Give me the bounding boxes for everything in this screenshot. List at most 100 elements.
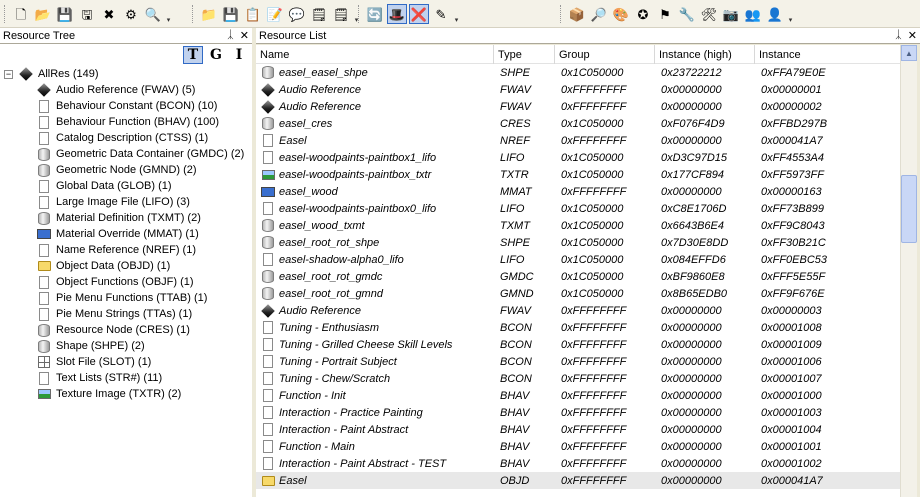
open-icon[interactable]: 📂 xyxy=(33,4,53,24)
table-row[interactable]: easel_root_rot_gmdc GMDC 0x1C050000 0xBF986… xyxy=(256,268,900,285)
tree-node[interactable]: Behaviour Constant (BCON) (10) xyxy=(36,98,217,114)
table-row[interactable]: easel_root_rot_gmnd GMND 0x1C050000 0x8B65E… xyxy=(256,285,900,302)
table-row[interactable]: Audio Reference FWAV 0xFFFFFFFF 0x00000000 0… xyxy=(256,98,900,115)
scroll-up-button[interactable]: ▲ xyxy=(901,45,917,61)
view-group-button[interactable]: G xyxy=(206,46,226,64)
eraser-icon[interactable]: ✎ xyxy=(431,4,451,24)
table-row[interactable]: Easel OBJD 0xFFFFFFFF 0x00000000 0x000041A7 xyxy=(256,472,900,489)
table-row[interactable]: Tuning - Grilled Cheese Skill Levels BCON… xyxy=(256,336,900,353)
user-icon[interactable]: 👤 xyxy=(765,4,785,24)
tree-node[interactable]: Texture Image (TXTR) (2) xyxy=(36,386,181,402)
save-folder-icon[interactable]: 💾 xyxy=(221,4,241,24)
table-row[interactable]: Interaction - Paint Abstract - TEST BHAV 0… xyxy=(256,455,900,472)
scan-icon[interactable]: 🔎 xyxy=(589,4,609,24)
tree-node[interactable]: Pie Menu Functions (TTAB) (1) xyxy=(36,290,207,306)
delete-icon[interactable]: ❌ xyxy=(409,4,429,24)
cell-group: 0x1C050000 xyxy=(561,253,624,266)
tree-node[interactable]: Object Functions (OBJF) (1) xyxy=(36,274,194,290)
tree-node[interactable]: Geometric Node (GMND) (2) xyxy=(36,162,197,178)
table-row[interactable]: Audio Reference FWAV 0xFFFFFFFF 0x00000000 0… xyxy=(256,81,900,98)
tree-node[interactable]: Object Data (OBJD) (1) xyxy=(36,258,170,274)
tree-node[interactable]: Geometric Data Container (GMDC) (2) xyxy=(36,146,244,162)
tree-node[interactable]: Resource Node (CRES) (1) xyxy=(36,322,190,338)
tree-node[interactable]: Material Definition (TXMT) (2) xyxy=(36,210,201,226)
scroll-thumb[interactable] xyxy=(901,175,917,243)
tree-node[interactable]: Pie Menu Strings (TTAs) (1) xyxy=(36,306,192,322)
tree-node[interactable]: Audio Reference (FWAV) (5) xyxy=(36,82,195,98)
cell-ihigh: 0x6643B6E4 xyxy=(661,219,724,232)
sync-icon[interactable]: 🔄 xyxy=(365,4,385,24)
save-as-icon[interactable]: 🖫 xyxy=(77,4,97,24)
package-icon[interactable]: 📦 xyxy=(567,4,587,24)
palette-icon[interactable]: 🎨 xyxy=(611,4,631,24)
fix-icon[interactable]: 🛠 xyxy=(699,4,719,24)
collapse-toggle[interactable]: − xyxy=(4,70,13,79)
column-header-type[interactable]: Type xyxy=(494,45,555,64)
new-icon[interactable]: 🗋 xyxy=(11,4,31,24)
camera-icon[interactable]: 📷 xyxy=(721,4,741,24)
toolbar-overflow-chevron-icon[interactable] xyxy=(453,4,460,24)
table-row[interactable]: Interaction - Paint Abstract BHAV 0xFFFFFF… xyxy=(256,421,900,438)
tree-node[interactable]: Name Reference (NREF) (1) xyxy=(36,242,196,258)
table-row[interactable]: Tuning - Chew/Scratch BCON 0xFFFFFFFF 0x000… xyxy=(256,370,900,387)
close-icon[interactable]: ✕ xyxy=(908,29,917,42)
magic-hat-icon[interactable]: 🎩 xyxy=(387,4,407,24)
table-row[interactable]: easel_wood MMAT 0xFFFFFFFF 0x00000000 0x0000… xyxy=(256,183,900,200)
table-row[interactable]: Interaction - Practice Painting BHAV 0xFFF… xyxy=(256,404,900,421)
tree-root-node[interactable]: AllRes (149) xyxy=(18,66,99,82)
toolbar-overflow-chevron-icon[interactable] xyxy=(787,4,794,24)
table-row[interactable]: easel-shadow-alpha0_lifo LIFO 0x1C050000 0x… xyxy=(256,251,900,268)
tree-node[interactable]: Shape (SHPE) (2) xyxy=(36,338,145,354)
notes2-icon[interactable]: 🗒 xyxy=(331,4,351,24)
close-icon[interactable]: ✖ xyxy=(99,4,119,24)
refresh-icon[interactable]: 📋 xyxy=(243,4,263,24)
table-row[interactable]: easel-woodpaints-paintbox_txtr TXTR 0x1C05… xyxy=(256,166,900,183)
save-icon[interactable]: 💾 xyxy=(55,4,75,24)
plugin-icon[interactable]: ⚙ xyxy=(121,4,141,24)
tree-node[interactable]: Material Override (MMAT) (1) xyxy=(36,226,199,242)
tree-node[interactable]: Large Image File (LIFO) (3) xyxy=(36,194,190,210)
flag-icon[interactable]: ⚑ xyxy=(655,4,675,24)
view-instance-button[interactable]: I xyxy=(229,46,249,64)
cell-type: SHPE xyxy=(500,236,530,249)
pin-icon[interactable]: ᛣ xyxy=(895,29,902,42)
table-row[interactable]: easel_root_rot_shpe SHPE 0x1C050000 0x7D30E… xyxy=(256,234,900,251)
toolbar-overflow-chevron-icon[interactable] xyxy=(165,4,172,24)
toolbar-grip[interactable] xyxy=(358,5,361,23)
tree-node[interactable]: Text Lists (STR#) (11) xyxy=(36,370,162,386)
column-header-group[interactable]: Group xyxy=(555,45,655,64)
table-row[interactable]: Function - Main BHAV 0xFFFFFFFF 0x00000000 0… xyxy=(256,438,900,455)
tree-node[interactable]: Global Data (GLOB) (1) xyxy=(36,178,172,194)
tree-node[interactable]: Behaviour Function (BHAV) (100) xyxy=(36,114,219,130)
pin-icon[interactable]: ᛣ xyxy=(227,29,234,42)
users-icon[interactable]: 👥 xyxy=(743,4,763,24)
toolbar-grip[interactable] xyxy=(192,5,195,23)
table-row[interactable]: easel_easel_shpe SHPE 0x1C050000 0x23722212… xyxy=(256,64,900,81)
vertical-scrollbar[interactable]: ▲ xyxy=(900,45,917,497)
settings-icon[interactable]: 🔍 xyxy=(143,4,163,24)
view-type-button[interactable]: T xyxy=(183,46,203,64)
comment-icon[interactable]: 💬 xyxy=(287,4,307,24)
column-header-instance-high[interactable]: Instance (high) xyxy=(655,45,755,64)
table-row[interactable]: easel_cres CRES 0x1C050000 0xF076F4D9 0xFFBD… xyxy=(256,115,900,132)
toolbar-grip[interactable] xyxy=(4,5,7,23)
table-row[interactable]: Audio Reference FWAV 0xFFFFFFFF 0x00000000 0… xyxy=(256,302,900,319)
toolbar-grip[interactable] xyxy=(560,5,563,23)
table-row[interactable]: easel-woodpaints-paintbox1_lifo LIFO 0x1C0… xyxy=(256,149,900,166)
table-row[interactable]: Tuning - Enthusiasm BCON 0xFFFFFFFF 0x00000… xyxy=(256,319,900,336)
table-row[interactable]: easel_wood_txmt TXMT 0x1C050000 0x6643B6E4 0… xyxy=(256,217,900,234)
cancel-icon[interactable]: 📝 xyxy=(265,4,285,24)
open-folder-icon[interactable]: 📁 xyxy=(199,4,219,24)
tree-node[interactable]: Slot File (SLOT) (1) xyxy=(36,354,151,370)
column-header-instance[interactable]: Instance xyxy=(755,45,900,64)
star-icon[interactable]: ✪ xyxy=(633,4,653,24)
tools-icon[interactable]: 🔧 xyxy=(677,4,697,24)
table-row[interactable]: Function - Init BHAV 0xFFFFFFFF 0x00000000 0… xyxy=(256,387,900,404)
close-icon[interactable]: ✕ xyxy=(240,29,249,42)
tree-node[interactable]: Catalog Description (CTSS) (1) xyxy=(36,130,208,146)
table-row[interactable]: Easel NREF 0xFFFFFFFF 0x00000000 0x000041A7 xyxy=(256,132,900,149)
column-header-name[interactable]: Name xyxy=(256,45,494,64)
table-row[interactable]: easel-woodpaints-paintbox0_lifo LIFO 0x1C0… xyxy=(256,200,900,217)
table-row[interactable]: Tuning - Portrait Subject BCON 0xFFFFFFFF 0… xyxy=(256,353,900,370)
notes-icon[interactable]: 🗒 xyxy=(309,4,329,24)
